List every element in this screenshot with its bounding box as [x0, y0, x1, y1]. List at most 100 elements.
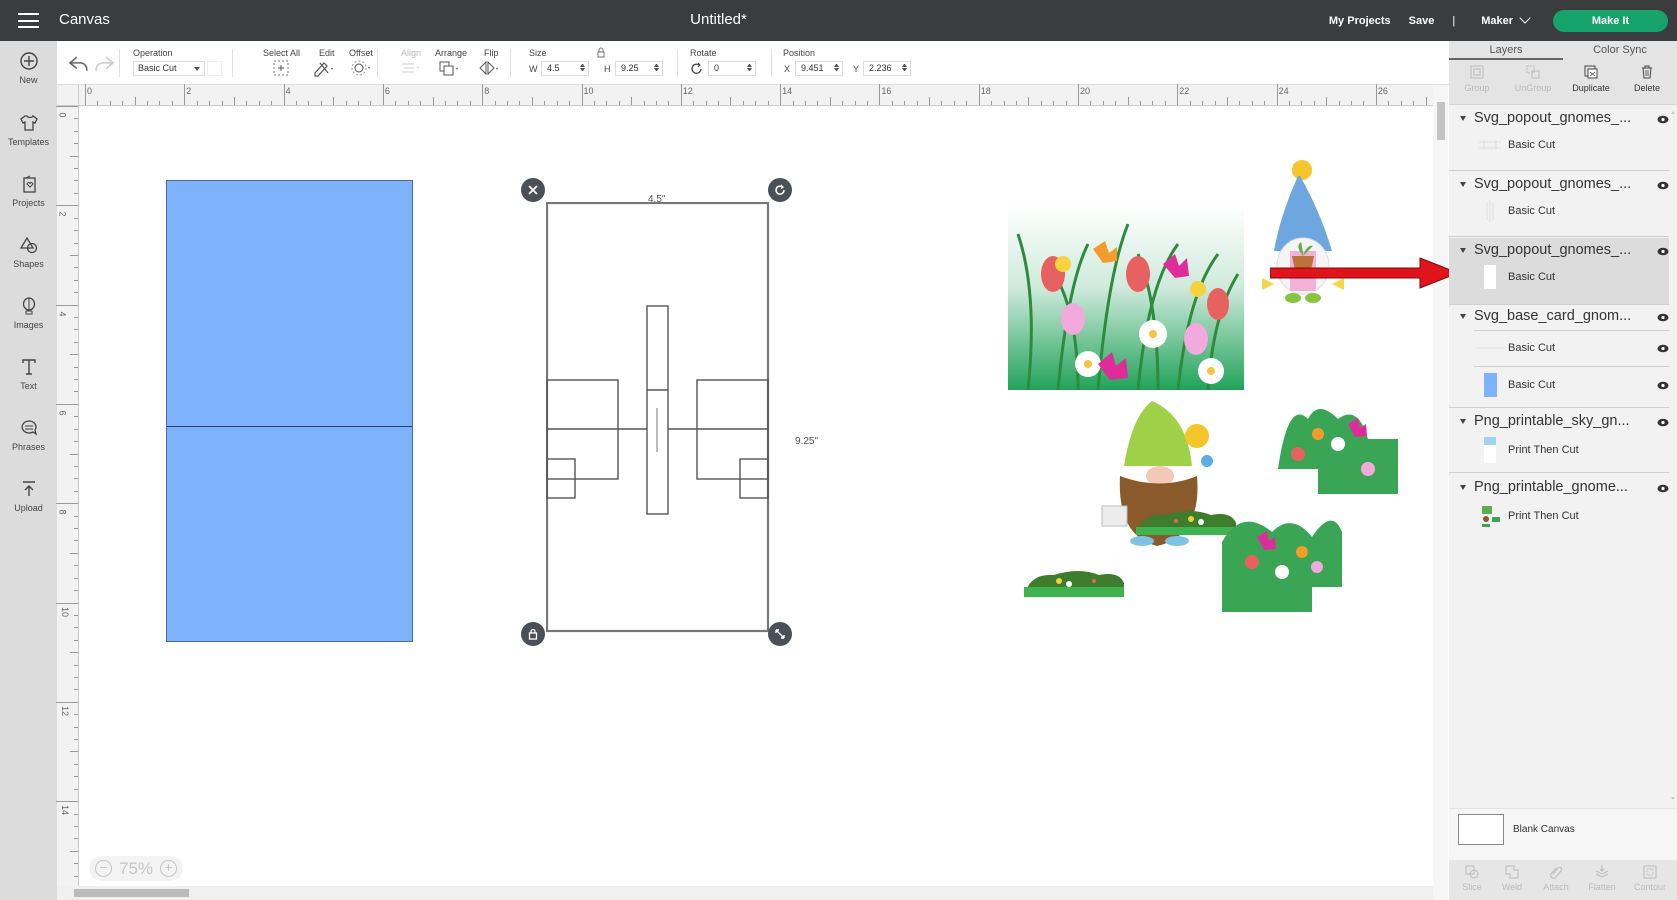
eye-icon[interactable] — [1657, 115, 1669, 124]
eye-icon[interactable] — [1657, 484, 1669, 493]
grass-strip-image[interactable] — [1136, 507, 1236, 535]
sidebar-item-new[interactable]: New — [0, 51, 57, 85]
flower-cluster-image-2[interactable] — [1222, 512, 1342, 612]
layer-group[interactable]: Png_printable_gnome... — [1449, 477, 1669, 499]
x-stepper[interactable] — [834, 64, 839, 71]
tab-layers[interactable]: Layers — [1449, 41, 1563, 60]
layer-group[interactable]: Svg_popout_gnomes_... — [1449, 174, 1669, 196]
eye-icon[interactable] — [1657, 381, 1669, 390]
x-position-input[interactable]: 9.451 — [795, 61, 843, 76]
ruler-tick — [817, 101, 819, 105]
sidebar-item-templates[interactable]: Templates — [0, 113, 57, 147]
lock-handle[interactable] — [521, 622, 545, 646]
layer-group-selected[interactable]: Svg_popout_gnomes_... — [1449, 240, 1669, 262]
eye-icon[interactable] — [1657, 247, 1669, 256]
scroll-thumb[interactable] — [1437, 102, 1445, 140]
width-stepper[interactable] — [580, 64, 585, 71]
canvas-horizontal-scrollbar[interactable] — [57, 886, 1433, 900]
flatten-button[interactable]: Flatten — [1579, 864, 1625, 892]
edit-icon[interactable] — [312, 59, 336, 77]
layer-group[interactable]: Png_printable_sky_gn... — [1449, 411, 1669, 433]
y-stepper[interactable] — [902, 64, 907, 71]
group-label: Group — [1464, 83, 1490, 93]
collapse-triangle-icon[interactable] — [1460, 182, 1466, 187]
rotate-handle[interactable] — [768, 178, 792, 202]
base-card-shape[interactable] — [166, 180, 413, 642]
save-button[interactable]: Save — [1409, 15, 1435, 27]
my-projects-link[interactable]: My Projects — [1329, 15, 1391, 27]
panel-scrollbar[interactable] — [1669, 105, 1677, 805]
layer-item[interactable]: Basic Cut — [1449, 196, 1669, 226]
lock-aspect-icon[interactable] — [594, 47, 608, 59]
delete-button[interactable]: Delete — [1619, 64, 1675, 93]
y-position-input[interactable]: 2.236 — [863, 61, 911, 76]
eye-icon[interactable] — [1657, 181, 1669, 190]
rotate-stepper[interactable] — [747, 64, 752, 71]
scroll-thumb[interactable] — [74, 889, 189, 897]
layer-item[interactable]: Basic Cut — [1449, 262, 1669, 292]
make-it-button[interactable]: Make It — [1553, 9, 1668, 32]
sidebar-item-upload[interactable]: Upload — [0, 479, 57, 513]
tab-color-sync[interactable]: Color Sync — [1563, 41, 1677, 60]
machine-select[interactable]: Maker — [1481, 12, 1531, 27]
height-input[interactable]: 9.25 — [615, 61, 663, 76]
ruler-tick — [966, 101, 968, 105]
weld-button[interactable]: Weld — [1489, 864, 1535, 892]
arrange-icon[interactable] — [437, 59, 461, 77]
group-button[interactable]: Group — [1449, 64, 1505, 93]
eye-icon[interactable] — [1657, 418, 1669, 427]
sidebar-item-images[interactable]: Images — [0, 296, 57, 330]
layer-item[interactable]: Print Then Cut — [1449, 501, 1669, 531]
ruler-tick — [74, 118, 78, 120]
sidebar-item-text[interactable]: Text — [0, 357, 57, 391]
contour-button[interactable]: Contour — [1627, 864, 1673, 892]
collapse-triangle-icon[interactable] — [1460, 419, 1466, 424]
layer-item[interactable]: Basic Cut — [1449, 130, 1669, 160]
canvas-vertical-scrollbar[interactable] — [1433, 85, 1448, 900]
eye-icon[interactable] — [1657, 313, 1669, 322]
flip-icon[interactable] — [477, 59, 501, 77]
collapse-triangle-icon[interactable] — [1460, 314, 1466, 319]
ruler-tick — [122, 101, 124, 105]
width-input[interactable]: 4.5 — [541, 61, 589, 76]
rotate-input[interactable]: 0 — [708, 61, 756, 76]
collapse-triangle-icon[interactable] — [1460, 248, 1466, 253]
grass-strip-image-2[interactable] — [1024, 567, 1124, 597]
resize-handle[interactable] — [768, 622, 792, 646]
delete-handle[interactable] — [521, 178, 545, 202]
align-icon[interactable] — [399, 59, 423, 77]
ungroup-button[interactable]: UnGroup — [1505, 64, 1561, 93]
popout-shape-selected[interactable] — [546, 202, 770, 633]
zoom-out-button[interactable]: − — [95, 860, 112, 877]
zoom-control: − 75% + — [89, 856, 183, 881]
meadow-background-image[interactable] — [1008, 154, 1244, 390]
layer-item[interactable]: Basic Cut — [1449, 370, 1669, 400]
color-swatch[interactable] — [207, 61, 222, 76]
zoom-in-button[interactable]: + — [160, 860, 177, 877]
collapse-triangle-icon[interactable] — [1460, 116, 1466, 121]
ruler-tick — [1053, 101, 1055, 105]
offset-icon[interactable] — [350, 59, 374, 77]
sidebar-item-shapes[interactable]: Shapes — [0, 235, 57, 269]
redo-icon[interactable] — [92, 55, 116, 73]
select-all-icon[interactable] — [270, 59, 294, 77]
canvas-color-swatch[interactable] — [1458, 814, 1504, 845]
collapse-triangle-icon[interactable] — [1460, 485, 1466, 490]
design-canvas[interactable]: 4.5" 9.25" — [80, 106, 1433, 886]
attach-button[interactable]: Attach — [1533, 864, 1579, 892]
undo-icon[interactable] — [67, 55, 91, 73]
flower-cluster-image[interactable] — [1278, 399, 1398, 494]
sidebar-item-phrases[interactable]: Phrases — [0, 418, 57, 452]
sidebar-item-projects[interactable]: Projects — [0, 174, 57, 208]
layer-group[interactable]: Svg_base_card_gnom... — [1449, 306, 1669, 328]
height-stepper[interactable] — [654, 64, 659, 71]
eye-icon[interactable] — [1657, 344, 1669, 353]
layer-operation-label: Basic Cut — [1508, 205, 1556, 217]
operation-select[interactable]: Basic Cut — [133, 61, 205, 76]
ruler-tick — [134, 97, 136, 105]
layer-item[interactable]: Basic Cut — [1449, 333, 1669, 363]
ruler-tick — [1115, 101, 1117, 105]
duplicate-button[interactable]: Duplicate — [1563, 64, 1619, 93]
layer-group[interactable]: Svg_popout_gnomes_... — [1449, 108, 1669, 130]
layer-item[interactable]: Print Then Cut — [1449, 435, 1669, 465]
